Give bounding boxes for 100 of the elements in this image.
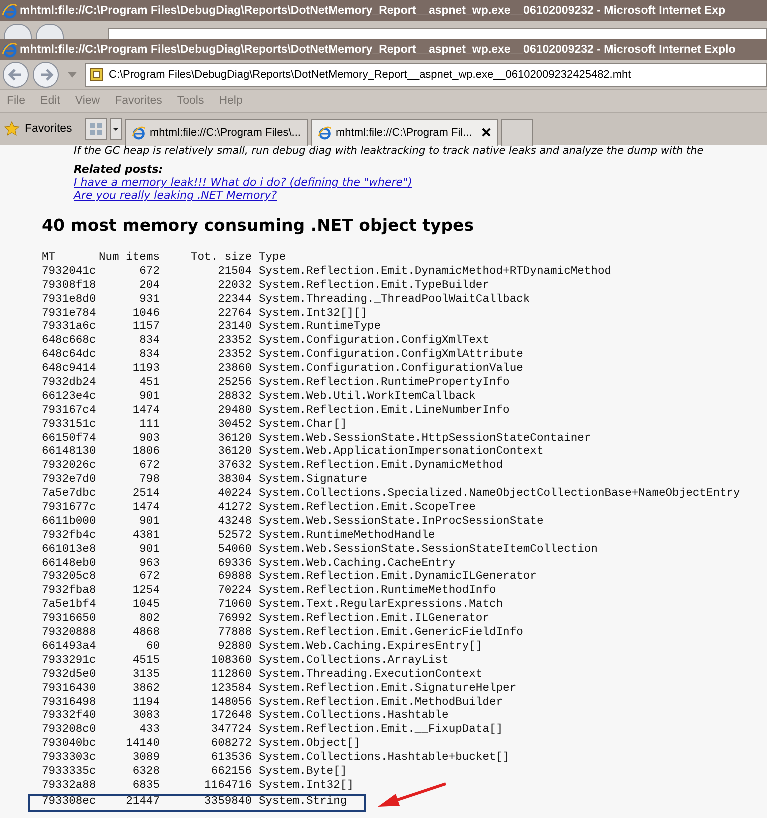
column-header: MT (42, 252, 57, 266)
related-heading: Related posts: (74, 163, 164, 176)
table-cell-text: 834 (138, 335, 160, 350)
table-cell-text: 793308ec (42, 796, 98, 810)
table-cell-text: 25256 (217, 377, 252, 391)
forward-button[interactable] (36, 24, 64, 39)
table-cell-text: 22344 (217, 294, 252, 308)
address-field[interactable]: C:\Program Files\DebugDiag\Reports\DotNetMemory_Report__aspnet_wp.exe__06102009232425482.mht (85, 62, 767, 86)
table-cell-text: 7931e784 (42, 308, 98, 322)
table-cell-text: 29480 (217, 404, 252, 419)
table-cell-text: 108360 (210, 654, 252, 669)
table-cell-text: 433 (138, 724, 160, 738)
favorites-button[interactable]: Favorites (4, 121, 82, 137)
table-cell-text: System.Threading._ThreadPoolWaitCallback (258, 294, 532, 308)
table-cell-text: 901 (138, 516, 160, 530)
table-cell-text: System.Web.ApplicationImpersonationContext (258, 446, 545, 460)
table-cell-text: System.Web.SessionState.InProcSessionState (258, 516, 545, 530)
table-cell-text: 60 (145, 640, 160, 655)
table-cell-text: 66148eb0 (42, 558, 98, 572)
table-cell-text: 7931677c (42, 502, 98, 516)
table-cell-text: 7931e8d0 (42, 294, 98, 308)
forward-button[interactable] (32, 60, 60, 88)
table-cell-text: 3083 (132, 710, 160, 724)
table-cell-text: 7933335c (42, 766, 98, 780)
table-cell-text: 798 (138, 474, 160, 488)
table-cell-text: 71060 (217, 599, 252, 614)
table-cell-text: 6835 (132, 780, 160, 794)
table-cell-text: 7a5e1bf4 (42, 599, 98, 614)
table-cell-text: 661493a4 (42, 640, 98, 655)
table-cell-text: System.Object[] (258, 738, 362, 752)
table-cell-text: 1193 (132, 363, 160, 378)
close-icon[interactable] (482, 128, 492, 137)
table-cell-text: System.Reflection.Emit.SignatureHelper (258, 682, 518, 696)
back-button[interactable] (2, 60, 30, 88)
table-cell-text: 834 (138, 349, 160, 364)
table-cell-text: 66150f74 (42, 432, 98, 446)
table-cell-text: 37632 (217, 460, 252, 474)
e-logo-icon (132, 126, 146, 140)
post-link[interactable]: Are you really leaking .NET Memory? (74, 189, 278, 202)
table-cell-text: System.Collections.Hashtable (258, 710, 450, 724)
table-cell-text: 23352 (217, 349, 252, 364)
table-cell-text: 4515 (132, 654, 160, 669)
table-cell-text: 28832 (217, 390, 252, 405)
browser-tab[interactable]: mhtml:file://C:\Program Files\... (125, 118, 308, 146)
table-cell-text: 1474 (132, 404, 160, 419)
table-cell-text: 23352 (217, 335, 252, 350)
table-cell-text: System.Reflection.Emit.DynamicILGenerator (258, 571, 538, 584)
table-cell-text: 3862 (132, 682, 160, 697)
table-cell-text: 3089 (132, 752, 160, 766)
table-cell-text: 112860 (210, 668, 252, 683)
table-cell-text: System.Reflection.Emit.ILGenerator (258, 613, 490, 626)
post-link[interactable]: I have a memory leak!!! What do i do? (defining the "where") (74, 176, 412, 189)
table-cell-text: System.Web.Caching.CacheEntry (258, 558, 457, 570)
table-cell-text: 79320888 (42, 627, 98, 641)
caret-icon[interactable] (110, 118, 122, 140)
table-cell-text: 6611b000 (42, 516, 98, 530)
table-cell-text: 7932041c (42, 266, 98, 280)
table-cell-text: System.RuntimeType (258, 321, 382, 334)
table-cell-text: System.Configuration.ConfigXmlAttribute (258, 349, 524, 362)
table-cell-text: 54060 (217, 544, 252, 558)
table-cell-text: 6328 (132, 766, 160, 780)
table-cell-text: 7932fb4c (42, 530, 98, 544)
section-heading: 40 most memory consuming .NET object types (42, 216, 476, 235)
table-cell-text: 1164716 (204, 780, 252, 794)
table-cell-text: 79332a88 (42, 780, 98, 794)
new-tab-button[interactable] (501, 118, 534, 146)
table-cell-text: 3359840 (204, 796, 252, 810)
back-button[interactable] (4, 24, 32, 39)
table-cell-text: 1806 (132, 446, 160, 460)
table-cell-text: 931 (138, 294, 160, 308)
table-cell-text: 1254 (132, 585, 160, 600)
table-cell-text: 172648 (210, 710, 252, 724)
table-cell-text: System.Reflection.RuntimeMethodInfo (258, 585, 498, 598)
table-cell-text: System.Configuration.ConfigurationValue (258, 363, 524, 376)
table-cell-text: 69888 (217, 571, 252, 586)
table-cell-text: 14140 (125, 738, 160, 752)
browser-tab[interactable]: mhtml:file://C:\Program Fil... (310, 118, 498, 146)
table-cell-text: 92880 (217, 640, 252, 655)
table-cell-text: System.Configuration.ConfigXmlText (258, 335, 490, 348)
e-logo-icon (2, 42, 18, 58)
table-cell-text: 793167c4 (42, 404, 98, 419)
table-cell-text: 4381 (132, 530, 160, 544)
table-cell-text: 1157 (132, 321, 160, 336)
table-cell-text: 204 (138, 280, 160, 294)
table-cell-text: 7932e7d0 (42, 474, 98, 488)
table-cell-text: 613536 (210, 752, 252, 766)
table-cell-text: 4868 (132, 627, 160, 641)
table-cell-text: 52572 (217, 530, 252, 544)
table-cell-text: 451 (138, 377, 160, 391)
column-header: Type (258, 252, 288, 266)
table-cell-text: System.Reflection.Emit.ScopeTree (258, 502, 477, 516)
table-cell-text: 66123e4c (42, 390, 98, 405)
table-cell-text: System.Reflection.Emit.MethodBuilder (258, 696, 504, 710)
table-cell-text: System.Text.RegularExpressions.Match (258, 599, 504, 612)
table-cell-text: 79332f40 (42, 710, 98, 724)
table-cell-text: 7932fba8 (42, 585, 98, 598)
table-cell-text: System.Reflection.Emit.__FixupData[] (258, 724, 504, 738)
table-cell-text: 148056 (210, 696, 252, 710)
table-cell-text: 672 (138, 460, 160, 474)
table-cell-text: 903 (138, 432, 160, 446)
